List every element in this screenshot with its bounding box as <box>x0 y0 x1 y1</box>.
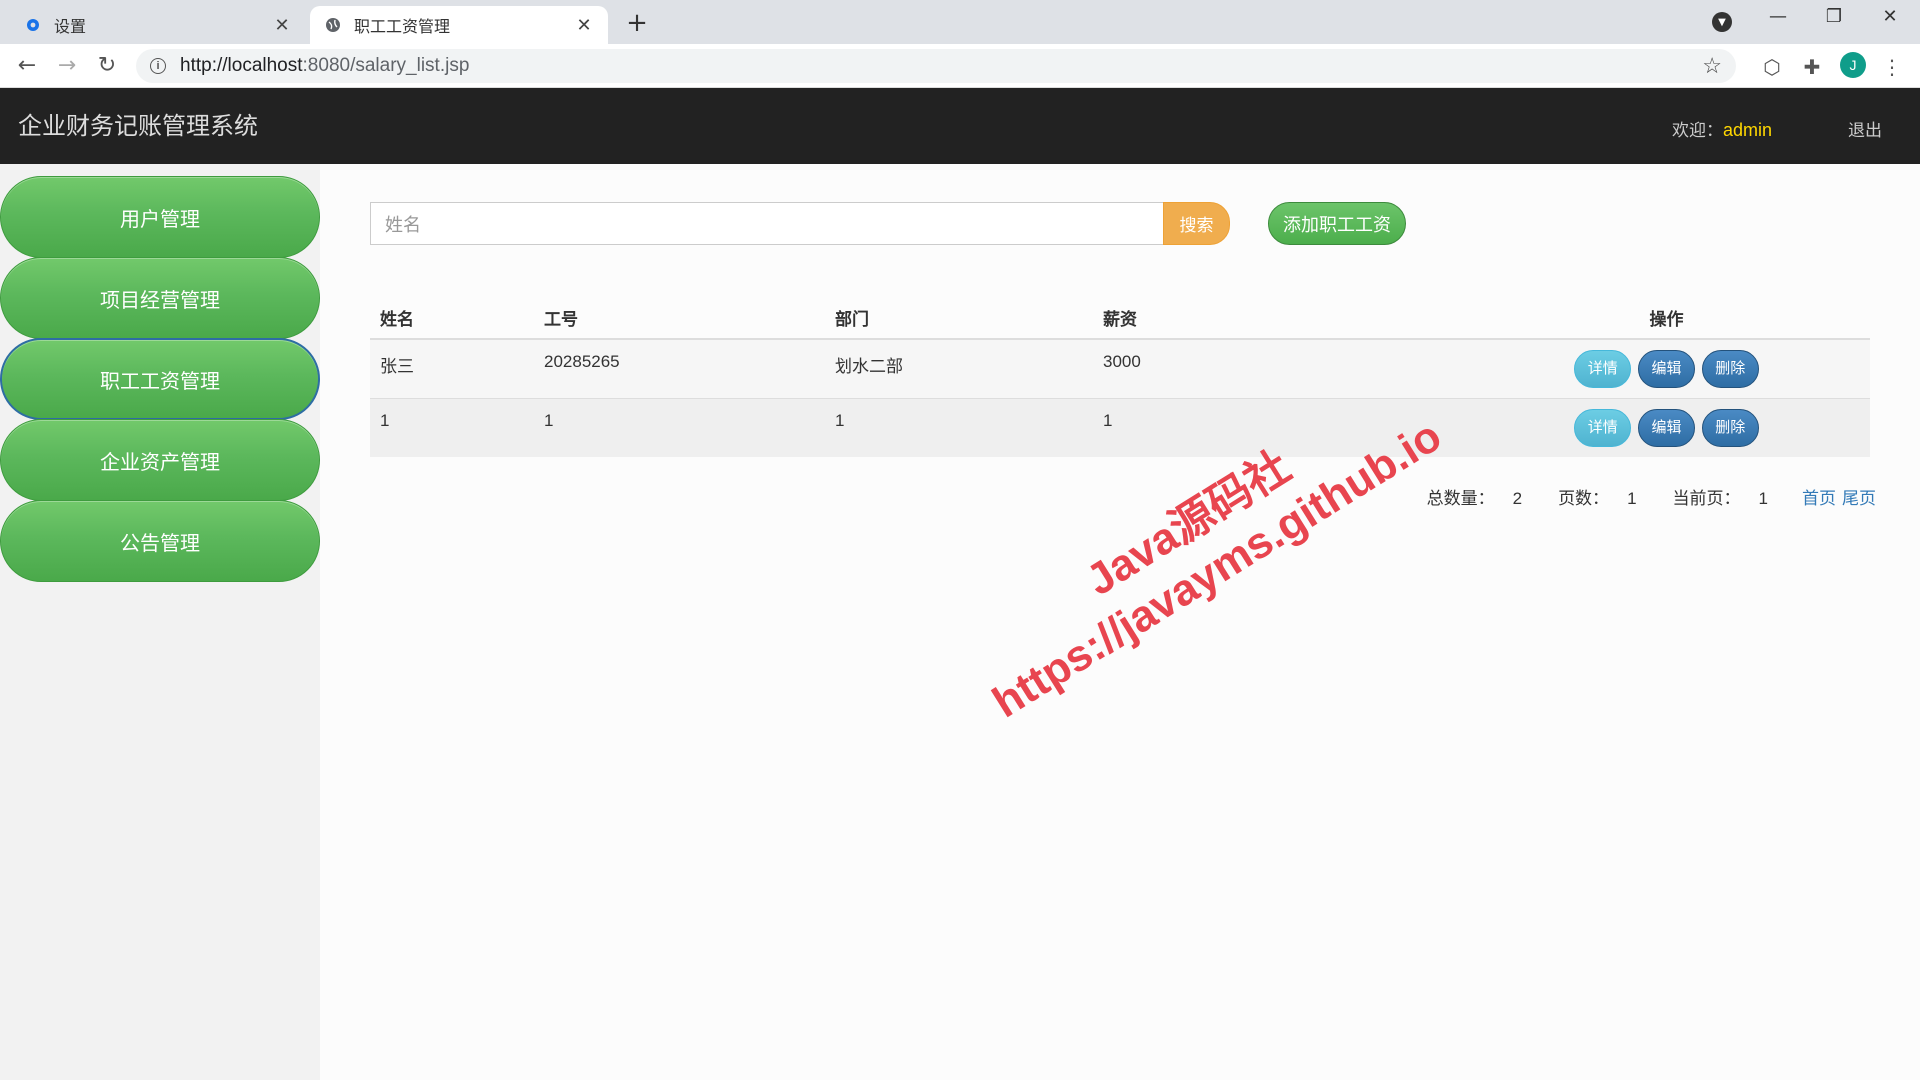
current-value: 1 <box>1758 489 1768 508</box>
bookmark-star-icon[interactable]: ☆ <box>1702 53 1722 79</box>
table-row: 张三 20285265 划水二部 3000 详情 编辑 删除 <box>370 338 1870 398</box>
profile-avatar[interactable]: J <box>1840 52 1866 78</box>
current-page: 当前页： 1 <box>1655 484 1768 509</box>
column-header-id: 工号 <box>534 297 825 340</box>
tab-search-chevron-icon[interactable]: ▼ <box>1712 12 1732 32</box>
name-search-input[interactable]: 姓名 <box>370 202 1163 245</box>
username: admin <box>1723 120 1773 140</box>
column-header-salary: 薪资 <box>1093 297 1463 340</box>
total-label: 总数量： <box>1426 489 1495 509</box>
table-row: 1 1 1 1 详情 编辑 删除 <box>370 397 1870 457</box>
more-menu-icon[interactable]: ⋮ <box>1880 55 1904 79</box>
sidebar-item-user-management[interactable]: 用户管理 <box>0 176 320 258</box>
address-bar[interactable]: i http://localhost:8080/salary_list.jsp … <box>136 49 1736 83</box>
tab-title: 职工工资管理 <box>354 17 451 36</box>
table-header-row: 姓名 工号 部门 薪资 操作 <box>370 297 1870 340</box>
welcome-label: 欢迎： <box>1672 121 1723 141</box>
cell-department: 1 <box>825 397 1093 457</box>
detail-button[interactable]: 详情 <box>1574 350 1632 388</box>
column-header-actions: 操作 <box>1463 297 1870 340</box>
edit-button[interactable]: 编辑 <box>1638 350 1695 388</box>
logout-link[interactable]: 退出 <box>1848 116 1882 141</box>
page-count: 页数： 1 <box>1540 484 1636 509</box>
cell-actions: 详情 编辑 删除 <box>1463 338 1870 398</box>
sidebar-item-announcement-management[interactable]: 公告管理 <box>0 500 320 582</box>
welcome-text: 欢迎：admin <box>1672 116 1772 141</box>
pages-value: 1 <box>1627 489 1637 508</box>
pagination: 总数量： 2 页数： 1 当前页： 1 首页 尾页 <box>1391 484 1876 509</box>
browser-tabstrip: 设置 ✕ 职工工资管理 ✕ + ▼ — ❐ ✕ <box>0 0 1920 44</box>
add-salary-button[interactable]: 添加职工工资 <box>1268 202 1406 245</box>
cell-id: 1 <box>534 397 825 457</box>
salary-table: 姓名 工号 部门 薪资 操作 张三 20285265 划水二部 3000 详情 … <box>370 297 1870 457</box>
cell-id: 20285265 <box>534 338 825 398</box>
forward-arrow-icon[interactable]: → <box>52 52 82 80</box>
globe-icon <box>324 16 342 34</box>
pages-label: 页数： <box>1558 489 1610 509</box>
first-page-link[interactable]: 首页 <box>1802 484 1836 509</box>
sidebar-item-asset-management[interactable]: 企业资产管理 <box>0 419 320 501</box>
cell-department: 划水二部 <box>825 338 1093 398</box>
reload-icon[interactable]: ↻ <box>92 52 122 80</box>
current-label: 当前页： <box>1672 489 1741 509</box>
delete-button[interactable]: 删除 <box>1701 350 1759 388</box>
search-button[interactable]: 搜索 <box>1163 202 1230 245</box>
cell-actions: 详情 编辑 删除 <box>1463 397 1870 457</box>
extension-hexagon-icon[interactable]: ⬡ <box>1760 55 1784 79</box>
site-info-icon[interactable]: i <box>150 58 166 74</box>
gear-icon <box>24 16 42 34</box>
browser-toolbar: ← → ↻ i http://localhost:8080/salary_lis… <box>0 44 1920 88</box>
close-icon[interactable]: ✕ <box>574 15 594 36</box>
tab-salary-management[interactable]: 职工工资管理 ✕ <box>310 6 608 44</box>
url-host: http://localhost <box>180 55 303 76</box>
column-header-department: 部门 <box>825 297 1093 340</box>
total-count: 总数量： 2 <box>1409 484 1522 509</box>
close-icon[interactable]: ✕ <box>272 15 292 36</box>
cell-name: 1 <box>370 397 534 457</box>
last-page-link[interactable]: 尾页 <box>1842 484 1876 509</box>
column-header-name: 姓名 <box>370 297 534 340</box>
app-header: 企业财务记账管理系统 欢迎：admin 退出 <box>0 88 1920 164</box>
tab-settings[interactable]: 设置 ✕ <box>10 6 306 44</box>
sidebar-item-salary-management[interactable]: 职工工资管理 <box>0 338 320 420</box>
new-tab-plus-icon[interactable]: + <box>622 8 652 38</box>
cell-name: 张三 <box>370 338 534 398</box>
back-arrow-icon[interactable]: ← <box>12 52 42 80</box>
sidebar-item-project-management[interactable]: 项目经营管理 <box>0 257 320 339</box>
edit-button[interactable]: 编辑 <box>1638 408 1695 447</box>
tab-title: 设置 <box>54 17 87 36</box>
restore-icon[interactable]: ❐ <box>1814 6 1854 27</box>
sidebar: 用户管理 项目经营管理 职工工资管理 企业资产管理 公告管理 <box>0 164 320 1080</box>
puzzle-extensions-icon[interactable]: ✚ <box>1800 55 1824 79</box>
url-path: :8080/salary_list.jsp <box>302 55 470 76</box>
detail-button[interactable]: 详情 <box>1574 408 1632 447</box>
app-title: 企业财务记账管理系统 <box>18 112 258 140</box>
minimize-icon[interactable]: — <box>1758 6 1798 27</box>
total-value: 2 <box>1512 489 1523 508</box>
delete-button[interactable]: 删除 <box>1701 408 1759 447</box>
window-close-icon[interactable]: ✕ <box>1870 6 1910 27</box>
